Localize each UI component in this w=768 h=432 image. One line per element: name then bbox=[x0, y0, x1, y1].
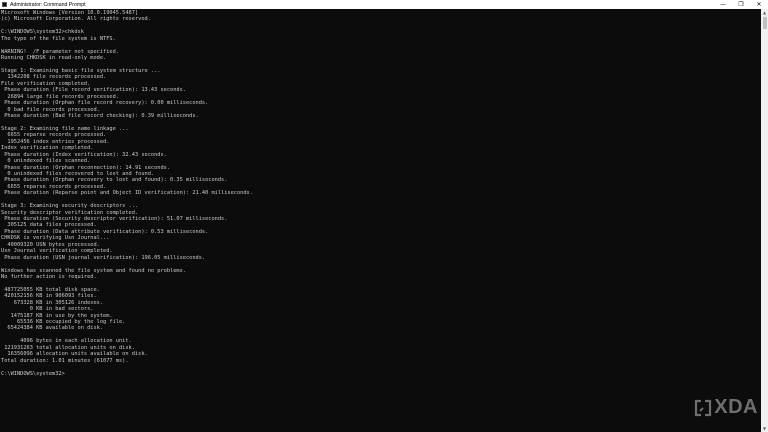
scroll-up-arrow-icon[interactable]: ▲ bbox=[761, 9, 768, 16]
window-controls: — ❐ ✕ bbox=[714, 0, 768, 9]
minimize-button[interactable]: — bbox=[714, 0, 732, 9]
console-line: C:\WINDOWS\system32> bbox=[1, 370, 65, 377]
xda-watermark: XDA bbox=[694, 396, 758, 419]
console-output-area[interactable]: Microsoft Windows [Version 10.0.19045.54… bbox=[0, 9, 761, 432]
cmd-app-icon bbox=[2, 2, 7, 7]
title-bar[interactable]: Administrator: Command Prompt — ❐ ✕ bbox=[0, 0, 768, 9]
maximize-button[interactable]: ❐ bbox=[732, 0, 750, 9]
command-prompt-window: Administrator: Command Prompt — ❐ ✕ Micr… bbox=[0, 0, 768, 432]
console-text: Microsoft Windows [Version 10.0.19045.54… bbox=[0, 9, 761, 377]
xda-logo-icon bbox=[695, 399, 712, 416]
vertical-scrollbar[interactable]: ▲ ▼ bbox=[761, 9, 768, 432]
window-title: Administrator: Command Prompt bbox=[10, 1, 86, 8]
scrollbar-thumb[interactable] bbox=[762, 17, 767, 29]
scroll-down-arrow-icon[interactable]: ▼ bbox=[761, 425, 768, 432]
watermark-brand-text: XDA bbox=[714, 396, 758, 418]
close-button[interactable]: ✕ bbox=[750, 0, 768, 9]
